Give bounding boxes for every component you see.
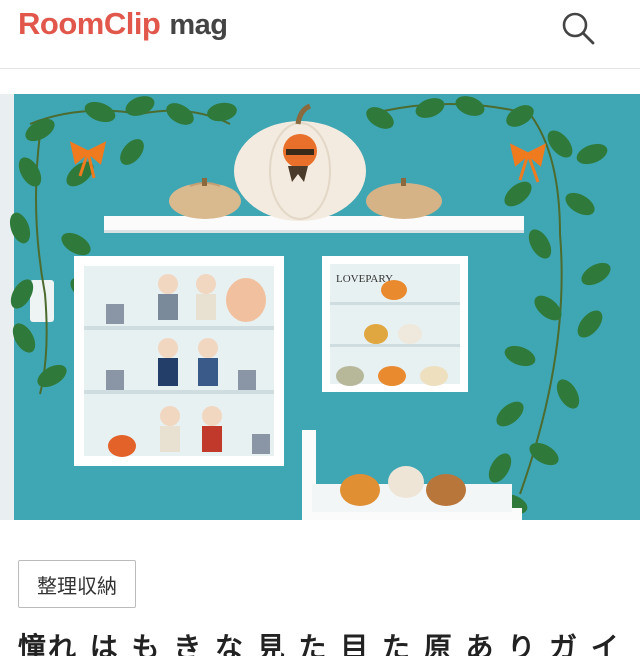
article-hero-photo[interactable]: LOVEPARY xyxy=(0,94,640,520)
search-button[interactable] xyxy=(556,6,600,50)
glass-pumpkin xyxy=(226,278,266,322)
door-frame xyxy=(0,94,14,520)
logo-mag-text: mag xyxy=(169,9,228,41)
roomclip-mag-logo[interactable]: RoomClip mag xyxy=(18,6,228,46)
article-title[interactable]: 憧れ は も き な 見 た 目 た 原 あ り ガ イ ン ス xyxy=(18,626,628,656)
left-acrylic-display-case xyxy=(74,256,284,466)
search-icon xyxy=(562,12,595,45)
logo-brand-text: RoomClip xyxy=(18,6,161,41)
halloween-shelf-scene: LOVEPARY xyxy=(0,94,640,520)
right-acrylic-display-case: LOVEPARY xyxy=(322,256,468,392)
site-header: RoomClip mag xyxy=(0,0,640,69)
category-tag[interactable]: 整理収納 xyxy=(18,560,136,608)
small-orange-pumpkin xyxy=(108,435,136,457)
wall-outlet xyxy=(30,280,54,322)
